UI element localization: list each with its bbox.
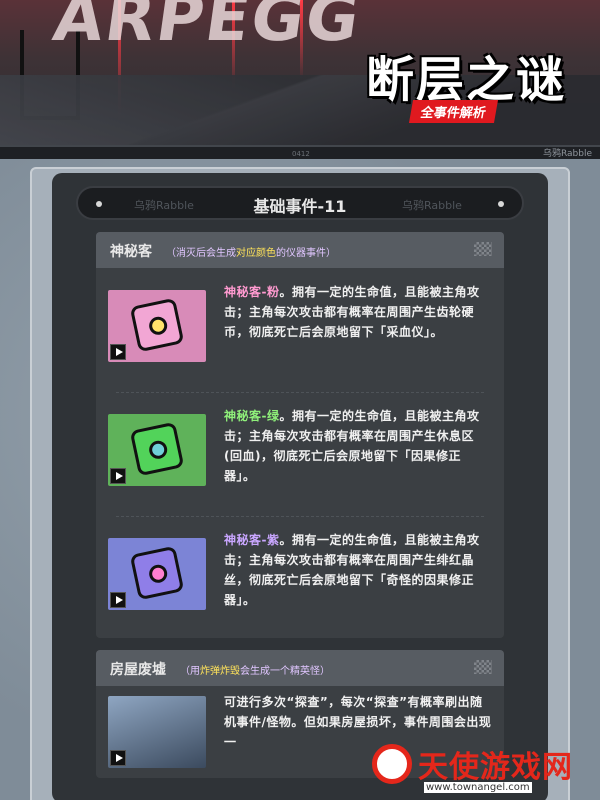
angel-logo-icon: [372, 744, 412, 784]
event-entry: 神秘客-绿。拥有一定的生命值，且能被主角攻击；主角每次攻击都有概率在周围产生休息…: [108, 404, 492, 504]
event-text: 神秘客-紫。拥有一定的生命值，且能被主角攻击；主角每次攻击都有概率在周围产生绯红…: [224, 533, 480, 607]
site-url: www.townangel.com: [424, 782, 532, 793]
divider: [116, 516, 484, 517]
site-name: 天使游戏网: [418, 750, 573, 785]
divider: [116, 392, 484, 393]
section-header: 乌鸦Rabble 基础事件-11 乌鸦Rabble: [76, 186, 524, 220]
play-icon: [110, 592, 126, 608]
play-icon: [110, 344, 126, 360]
banner-strip: 0412 乌鸦Rabble: [0, 145, 600, 159]
event-entry: 神秘客-紫。拥有一定的生命值，且能被主角攻击；主角每次攻击都有概率在周围产生绯红…: [108, 528, 492, 628]
hero-banner: ARPEGG 断层之谜 全事件解析: [0, 0, 600, 145]
event-text: 神秘客-绿。拥有一定的生命值，且能被主角攻击；主角每次攻击都有概率在周围产生休息…: [224, 409, 480, 483]
dot-icon: [498, 201, 504, 207]
event-thumbnail[interactable]: [108, 696, 206, 768]
card-title: 房屋废墟: [110, 662, 166, 678]
game-logo: ARPEGG: [48, 0, 366, 56]
page-subtitle: 全事件解析: [408, 100, 499, 123]
card-header: 房屋废墟 （用炸弹炸毁会生成一个精英怪）: [96, 650, 504, 686]
card-description: （消灭后会生成对应颜色的仪器事件）: [166, 248, 336, 259]
event-thumbnail[interactable]: [108, 414, 206, 486]
event-card-mystery: 神秘客 （消灭后会生成对应颜色的仪器事件） 神秘客-粉。拥有一定的生命值，且能被…: [96, 232, 504, 638]
event-thumbnail[interactable]: [108, 290, 206, 362]
site-logo[interactable]: 天使游戏网 www.townangel.com: [356, 740, 600, 800]
gadget-icon: [129, 421, 185, 477]
card-description: （用炸弹炸毁会生成一个精英怪）: [180, 666, 330, 677]
gadget-icon: [129, 545, 185, 601]
event-text: 神秘客-粉。拥有一定的生命值，且能被主角攻击；主角每次攻击都有概率在周围产生齿轮…: [224, 285, 480, 339]
gadget-icon: [129, 297, 185, 353]
event-entry: 神秘客-粉。拥有一定的生命值，且能被主角攻击；主角每次攻击都有概率在周围产生齿轮…: [108, 280, 492, 380]
play-icon: [110, 468, 126, 484]
checker-icon: [474, 660, 492, 674]
card-title: 神秘客: [110, 244, 152, 260]
event-thumbnail[interactable]: [108, 538, 206, 610]
checker-icon: [474, 242, 492, 256]
card-header: 神秘客 （消灭后会生成对应颜色的仪器事件）: [96, 232, 504, 268]
play-icon: [110, 750, 126, 766]
watermark: 乌鸦Rabble: [402, 199, 462, 212]
